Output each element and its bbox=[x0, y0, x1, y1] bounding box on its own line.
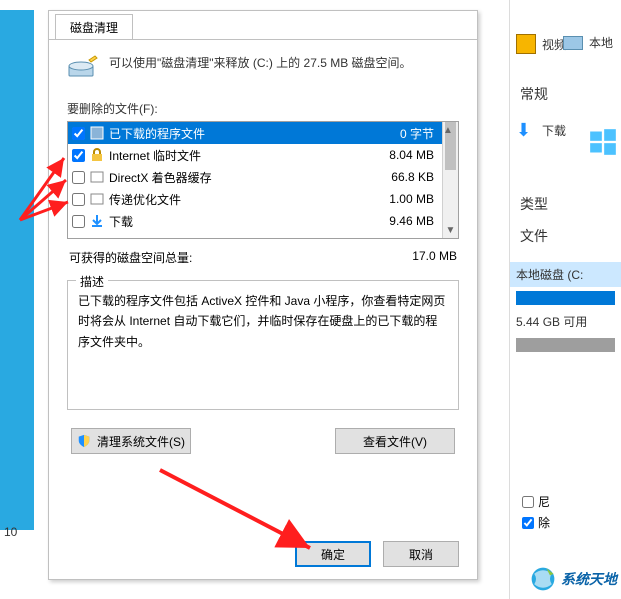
local-disk-row[interactable]: 本地磁盘 (C: bbox=[510, 262, 621, 287]
checkbox-p[interactable] bbox=[522, 496, 534, 508]
disk-cleanup-icon bbox=[67, 54, 99, 82]
info-text: 可以使用"磁盘清理"来释放 (C:) 上的 27.5 MB 磁盘空间。 bbox=[109, 54, 412, 71]
view-files-label: 查看文件(V) bbox=[363, 433, 427, 450]
file-item-size: 9.46 MB bbox=[370, 214, 440, 228]
disk-cleanup-dialog: 磁盘清理 可以使用"磁盘清理"来释放 (C:) 上的 27.5 MB 磁盘空间。… bbox=[48, 10, 478, 580]
description-text: 已下载的程序文件包括 ActiveX 控件和 Java 小程序，你查看特定网页时… bbox=[78, 291, 448, 352]
capacity-bar-secondary bbox=[516, 338, 615, 352]
downloads-label[interactable]: 下载 bbox=[542, 122, 566, 139]
windows-icon bbox=[589, 128, 617, 150]
clean-system-files-label: 清理系统文件(S) bbox=[97, 433, 185, 450]
download-icon bbox=[89, 213, 105, 229]
disk-icon-small bbox=[563, 36, 583, 50]
film-icon bbox=[516, 34, 536, 54]
clean-system-files-button[interactable]: 清理系统文件(S) bbox=[71, 428, 191, 454]
checkbox-p-label: 尼 bbox=[538, 493, 550, 510]
total-space-label: 可获得的磁盘空间总量: bbox=[69, 249, 192, 266]
file-item-label: Internet 临时文件 bbox=[109, 147, 366, 164]
globe-icon bbox=[529, 565, 557, 593]
checkbox-b[interactable] bbox=[522, 517, 534, 529]
file-item-size: 8.04 MB bbox=[370, 148, 440, 162]
file-item-checkbox[interactable] bbox=[72, 171, 85, 184]
file-list[interactable]: 已下载的程序文件0 字节Internet 临时文件8.04 MBDirectX … bbox=[67, 121, 459, 239]
cancel-button[interactable]: 取消 bbox=[383, 541, 459, 567]
capacity-text: 5.44 GB 可用 bbox=[516, 313, 587, 330]
checkbox-b-label: 除 bbox=[538, 514, 550, 531]
shield-icon bbox=[77, 434, 91, 448]
tab-disk-cleanup[interactable]: 磁盘清理 bbox=[55, 14, 133, 40]
file-item-checkbox[interactable] bbox=[72, 149, 85, 162]
file-list-item[interactable]: DirectX 着色器缓存 66.8 KB bbox=[68, 166, 458, 188]
file-item-checkbox[interactable] bbox=[72, 127, 85, 140]
file-item-label: 传递优化文件 bbox=[109, 191, 366, 208]
file-item-checkbox[interactable] bbox=[72, 215, 85, 228]
type-label: 类型 bbox=[510, 188, 621, 220]
file-list-item[interactable]: 已下载的程序文件0 字节 bbox=[68, 122, 458, 144]
description-legend: 描述 bbox=[76, 272, 108, 292]
scrollbar[interactable]: ▲ ▼ bbox=[442, 122, 458, 238]
total-space-value: 17.0 MB bbox=[412, 249, 457, 266]
file-item-label: 下载 bbox=[109, 213, 366, 230]
file-item-label: DirectX 着色器缓存 bbox=[109, 169, 366, 186]
file-item-checkbox[interactable] bbox=[72, 193, 85, 206]
ok-button[interactable]: 确定 bbox=[295, 541, 371, 567]
capacity-bar-used bbox=[516, 291, 615, 305]
bg-number: 10 bbox=[4, 525, 17, 539]
tab-strip: 磁盘清理 bbox=[49, 11, 477, 39]
delivery-opt-icon bbox=[89, 191, 105, 207]
background-accent bbox=[0, 0, 34, 599]
description-group: 描述 已下载的程序文件包括 ActiveX 控件和 Java 小程序，你查看特定… bbox=[67, 280, 459, 410]
local-fragment: 本地 bbox=[589, 34, 613, 51]
local-disk-label: 本地磁盘 (C: bbox=[516, 266, 583, 283]
files-to-delete-label: 要删除的文件(F): bbox=[67, 100, 459, 117]
right-panel: 视频 本地 常规 ⬇ 下载 类型 文件 本地磁盘 (C: 5.44 GB 可用 … bbox=[509, 0, 621, 599]
cancel-label: 取消 bbox=[409, 546, 433, 563]
scroll-thumb[interactable] bbox=[445, 122, 456, 170]
general-tab[interactable]: 常规 bbox=[510, 78, 621, 110]
filesystem-label: 文件 bbox=[510, 220, 621, 252]
scroll-down-icon[interactable]: ▼ bbox=[443, 222, 458, 238]
file-list-item[interactable]: Internet 临时文件 8.04 MB bbox=[68, 144, 458, 166]
lock-icon bbox=[89, 147, 105, 163]
file-item-size: 1.00 MB bbox=[370, 192, 440, 206]
footer-brand: 系统天地 bbox=[529, 565, 617, 593]
download-arrow-icon: ⬇ bbox=[516, 120, 536, 140]
file-item-size: 66.8 KB bbox=[370, 170, 440, 184]
footer-brand-text: 系统天地 bbox=[561, 569, 617, 589]
view-files-button[interactable]: 查看文件(V) bbox=[335, 428, 455, 454]
file-list-item[interactable]: 下载 9.46 MB bbox=[68, 210, 458, 232]
file-item-size: 0 字节 bbox=[370, 125, 440, 142]
directx-icon bbox=[89, 169, 105, 185]
file-list-item[interactable]: 传递优化文件 1.00 MB bbox=[68, 188, 458, 210]
program-file-icon bbox=[89, 125, 105, 141]
file-item-label: 已下载的程序文件 bbox=[109, 125, 366, 142]
ok-label: 确定 bbox=[321, 546, 345, 563]
